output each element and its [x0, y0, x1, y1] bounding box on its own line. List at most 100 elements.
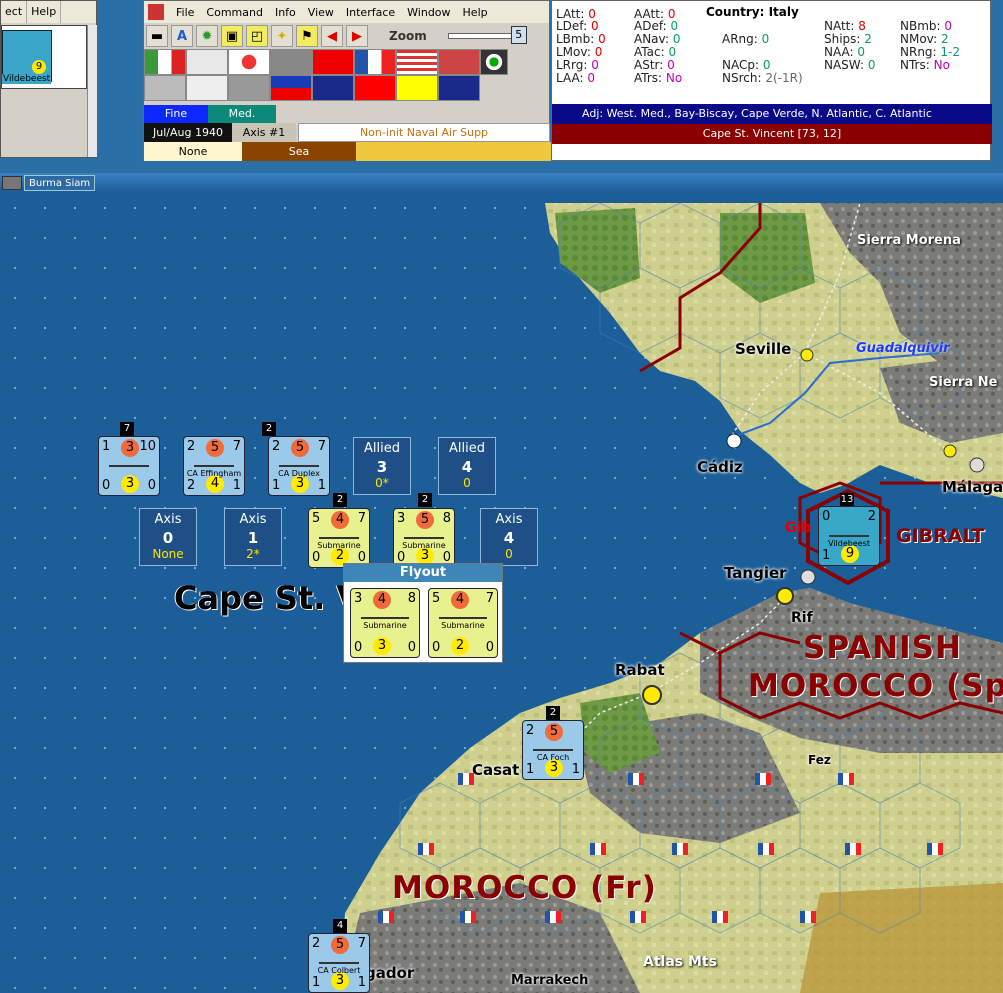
- unit-name: Vildebeest: [2, 74, 52, 84]
- stat-nacp: NACp: 0: [722, 58, 771, 72]
- arrow-left-icon[interactable]: ◀: [321, 25, 343, 47]
- counter-value-c: 2: [867, 509, 876, 524]
- flag-china-icon[interactable]: [312, 49, 354, 75]
- menu-help[interactable]: Help: [457, 6, 494, 19]
- flag-finland-icon[interactable]: [186, 75, 228, 101]
- select-all-icon[interactable]: ◰: [246, 25, 268, 47]
- label-guadalquivir: Guadalquivir: [856, 341, 950, 356]
- label-rabat: Rabat: [615, 661, 665, 679]
- counter-value-f: 0: [407, 640, 416, 655]
- unit-silhouette-icon: [404, 529, 444, 539]
- zoom-slider[interactable]: 5: [447, 26, 527, 44]
- menu-select[interactable]: ect: [1, 1, 28, 23]
- unit-silhouette-icon: [439, 609, 487, 619]
- summary-side: Allied: [364, 441, 400, 456]
- unit-silhouette-icon: [361, 609, 409, 619]
- stack-summary-axis[interactable]: Axis 1 2*: [224, 508, 282, 566]
- counter-value-f: 1: [232, 478, 241, 493]
- unit-silhouette-icon: [319, 529, 359, 539]
- brightness-icon[interactable]: ✦: [271, 25, 293, 47]
- french-flag-icon: [458, 773, 474, 785]
- flyout-counter-submarine[interactable]: 5 4 7 0 2 0 Submarine: [428, 588, 498, 658]
- menu-info[interactable]: Info: [269, 6, 302, 19]
- counter-value-a: 2: [187, 439, 196, 454]
- truck-icon[interactable]: ▬: [146, 25, 168, 47]
- stat-adef: ADef: 0: [634, 19, 679, 33]
- counter-value-f: 0: [485, 640, 494, 655]
- flag-ussr-icon[interactable]: [438, 49, 480, 75]
- flag-yellow-icon[interactable]: [396, 75, 438, 101]
- counter-unit-name: CA Effingham: [186, 469, 242, 478]
- flag-vichy-icon[interactable]: [186, 49, 228, 75]
- selected-unit-box[interactable]: 9 Vildebeest: [1, 25, 87, 89]
- summary-side: Axis: [154, 512, 182, 527]
- label-rif: Rif: [791, 610, 813, 626]
- flag-gray-icon[interactable]: [270, 49, 312, 75]
- flag-germany-icon[interactable]: [144, 75, 186, 101]
- game-map[interactable]: Sierra Morena Seville Guadalquivir Sierr…: [0, 193, 1003, 993]
- unit-counter-vildebeest[interactable]: 0 2 1 9 Vildebeest: [818, 506, 880, 566]
- french-flag-icon: [628, 773, 644, 785]
- summary-count: 0: [162, 529, 174, 547]
- arrow-right-icon[interactable]: ▶: [346, 25, 368, 47]
- menu-window[interactable]: Window: [401, 6, 456, 19]
- country-flag-grid: [144, 49, 549, 101]
- gear-icon[interactable]: ✹: [196, 25, 218, 47]
- menu-view[interactable]: View: [302, 6, 340, 19]
- unit-counter-ca-colbert[interactable]: 2 5 7 1 3 1 CA Colbert: [308, 933, 370, 993]
- french-flag-icon: [672, 843, 688, 855]
- stat-anav: ANav: 0: [634, 32, 681, 46]
- counter-unit-name: CA Duplex: [278, 469, 320, 478]
- menu-command[interactable]: Command: [200, 6, 269, 19]
- unit-counter-ca-foch[interactable]: 2 5 1 3 1 CA Foch: [522, 720, 584, 780]
- flag-france-icon[interactable]: [354, 49, 396, 75]
- flag-taiwan-icon[interactable]: [270, 75, 312, 101]
- flag-red-icon[interactable]: [354, 75, 396, 101]
- stack-summary-axis[interactable]: Axis 0 None: [139, 508, 197, 566]
- counter-value-b: 5: [291, 439, 309, 457]
- turn-date: Jul/Aug 1940: [144, 123, 232, 142]
- flag-italy-icon[interactable]: [144, 49, 186, 75]
- menu-help[interactable]: Help: [27, 1, 62, 23]
- counter-value-a: 5: [312, 511, 321, 526]
- label-morocco-fr: MOROCCO (Fr): [392, 870, 657, 906]
- summary-side: Axis: [495, 512, 523, 527]
- unit-counter-submarine[interactable]: 3 5 8 0 3 0 Submarine: [393, 508, 455, 568]
- menu-interface[interactable]: Interface: [340, 6, 401, 19]
- flag-japan-icon[interactable]: [228, 49, 270, 75]
- stack-summary-allied[interactable]: Allied 4 0: [438, 437, 496, 495]
- counter-value-c: 10: [139, 439, 156, 454]
- flyout-counter-submarine[interactable]: 3 4 8 0 3 0 Submarine: [350, 588, 420, 658]
- counter-unit-name: Submarine: [402, 541, 446, 550]
- top-toolbar-area: ect Help 9 Vildebeest File Command Info …: [0, 0, 1003, 173]
- target-icon[interactable]: [480, 49, 508, 75]
- flag-usa-icon[interactable]: [396, 49, 438, 75]
- stack-summary-axis[interactable]: Axis 4 0: [480, 508, 538, 566]
- menu-file[interactable]: File: [170, 6, 200, 19]
- flag-gray2-icon[interactable]: [228, 75, 270, 101]
- zoom-value[interactable]: 5: [510, 26, 527, 44]
- map-thumbnail-icon[interactable]: [2, 176, 22, 190]
- counter-value-a: 3: [354, 591, 363, 606]
- unit-counter-ca-effingham[interactable]: 2 5 7 2 4 1 CA Effingham: [183, 436, 245, 496]
- letter-a-icon[interactable]: A: [171, 25, 193, 47]
- flag-uk2-icon[interactable]: [438, 75, 480, 101]
- counter-value-a: 1: [102, 439, 111, 454]
- counter-value-f: 1: [571, 762, 580, 777]
- map-tab-strip: Burma Siam: [0, 173, 1003, 193]
- flyout-panel[interactable]: Flyout 3 4 8 0 3 0 Submarine 5 4 7 0 2 0 Submarine: [343, 563, 503, 663]
- counter-unit-name: CA Foch: [536, 753, 570, 762]
- stack-count-badge: 2: [333, 493, 347, 507]
- flag-icon[interactable]: ⚑: [296, 25, 318, 47]
- stack-summary-allied[interactable]: Allied 3 0*: [353, 437, 411, 495]
- unit-counter-ca-duplex[interactable]: 2 5 7 1 3 1 CA Duplex: [268, 436, 330, 496]
- tab-burma-siam[interactable]: Burma Siam: [24, 175, 96, 191]
- unit-counter-submarine[interactable]: 5 4 7 0 2 0 Submarine: [308, 508, 370, 568]
- flag-uk-icon[interactable]: [312, 75, 354, 101]
- main-control-window: File Command Info View Interface Window …: [143, 0, 551, 161]
- counter-unit-name: Vildebeest: [828, 539, 870, 548]
- unit-list-scrollbar[interactable]: [87, 25, 97, 157]
- counter-value-b: 4: [373, 591, 391, 609]
- select-icon[interactable]: ▣: [221, 25, 243, 47]
- unit-counter-ship[interactable]: 1 3 10 0 3 0: [98, 436, 160, 496]
